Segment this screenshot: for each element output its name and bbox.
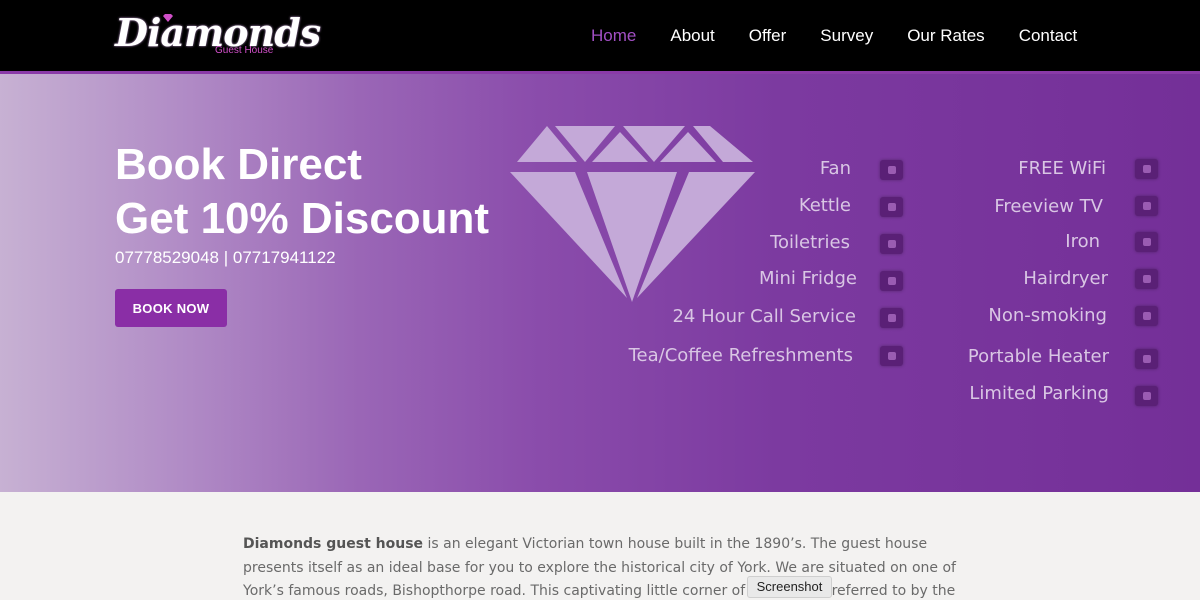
checkbox-icon (880, 346, 903, 366)
intro-paragraph: Diamonds guest house is an elegant Victo… (243, 533, 983, 600)
checkbox-icon (880, 160, 903, 180)
checkbox-icon (880, 308, 903, 328)
amenity-mini-fridge: Mini Fridge (758, 268, 857, 289)
nav-our-rates[interactable]: Our Rates (907, 26, 984, 46)
logo[interactable]: Diamonds Guest House (115, 10, 321, 60)
hero-title: Book Direct Get 10% Discount (115, 138, 489, 246)
nav-offer[interactable]: Offer (749, 26, 786, 46)
amenity-freeview-tv: Freeview TV (994, 196, 1103, 217)
checkbox-icon (1135, 232, 1158, 252)
logo-subtitle: Guest House (215, 45, 274, 56)
hero-title-line1: Book Direct (115, 140, 362, 189)
checkbox-icon (880, 197, 903, 217)
checkbox-icon (1135, 386, 1158, 406)
amenity-toiletries: Toiletries (770, 232, 850, 253)
checkbox-icon (1135, 269, 1158, 289)
checkbox-icon (1135, 159, 1158, 179)
amenity-hairdryer: Hairdryer (1023, 268, 1108, 289)
checkbox-icon (1135, 349, 1158, 369)
amenity-limited-parking: Limited Parking (969, 383, 1109, 404)
amenity-non-smoking: Non-smoking (988, 305, 1107, 326)
hero-banner: Book Direct Get 10% Discount 07778529048… (0, 74, 1200, 492)
nav-about[interactable]: About (670, 26, 714, 46)
checkbox-icon (1135, 306, 1158, 326)
checkbox-icon (880, 271, 903, 291)
amenity-24-hour-call-service: 24 Hour Call Service (672, 306, 856, 327)
amenity-kettle: Kettle (798, 195, 851, 216)
hero-title-line2: Get 10% Discount (115, 194, 490, 243)
checkbox-icon (880, 234, 903, 254)
checkbox-icon (1135, 196, 1158, 216)
screenshot-tooltip: Screenshot (747, 576, 832, 598)
intro-brand: Diamonds guest house (243, 536, 424, 552)
amenity-free-wifi: FREE WiFi (1018, 158, 1106, 179)
main-nav: Home About Offer Survey Our Rates Contac… (574, 0, 1094, 71)
nav-survey[interactable]: Survey (820, 26, 873, 46)
diamond-icon (163, 14, 173, 22)
amenity-portable-heater: Portable Heater (967, 346, 1109, 367)
nav-home[interactable]: Home (591, 26, 636, 46)
book-now-button[interactable]: BOOK NOW (115, 289, 227, 327)
diamond-graphic (510, 126, 755, 302)
header: Diamonds Guest House Home About Offer Su… (0, 0, 1200, 71)
amenity-fan: Fan (819, 158, 851, 179)
phone-numbers: 07778529048 | 07717941122 (115, 248, 336, 267)
nav-contact[interactable]: Contact (1019, 26, 1078, 46)
amenity-tea-coffee: Tea/Coffee Refreshments (628, 345, 853, 366)
amenity-iron: Iron (1065, 231, 1100, 252)
